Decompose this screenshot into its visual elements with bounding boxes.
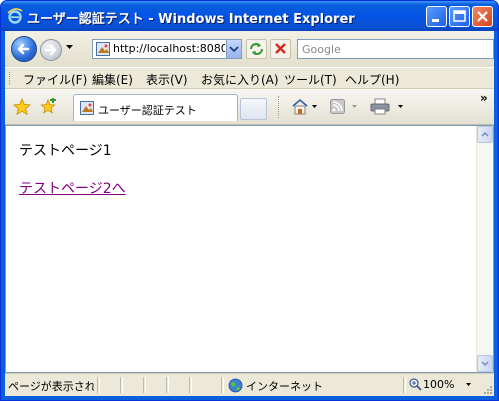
status-bar: ページが表示されました インターネット 100% [5,373,494,396]
status-text: ページが表示されました [8,380,94,393]
search-box[interactable] [297,39,494,59]
vertical-scrollbar[interactable] [476,126,493,372]
status-divider [120,377,123,393]
menu-tools[interactable]: ツール(T) [284,71,337,88]
status-divider [143,377,146,393]
menu-favorites[interactable]: お気に入り(A) [201,71,279,88]
feeds-dropdown-icon[interactable] [352,105,357,108]
scroll-up-arrow-icon [481,131,489,137]
chevron-down-icon [229,46,239,53]
zoom-level[interactable]: 100% [423,378,454,391]
print-icon[interactable] [370,98,390,115]
address-toolbar: http://localhost:8080 [5,31,494,67]
status-divider [166,377,169,393]
resize-grip-icon[interactable] [482,384,493,395]
scroll-down-button[interactable] [477,355,493,372]
stop-button[interactable] [270,39,291,59]
zoom-dropdown-icon[interactable] [466,383,471,386]
menu-edit[interactable]: 編集(E) [92,71,133,88]
status-divider [221,377,224,393]
print-dropdown-icon[interactable] [398,105,403,108]
close-button[interactable] [472,6,493,27]
minimize-icon [432,19,439,22]
add-favorite-icon[interactable] [39,98,57,116]
browser-client: http://localhost:8080 Google ファイル(F) 編集(… [5,31,494,396]
tab-active[interactable]: ユーザー認証テスト [73,94,238,121]
menu-help[interactable]: ヘルプ(H) [345,71,399,88]
history-dropdown-icon[interactable] [66,45,73,49]
feeds-icon[interactable] [330,99,345,114]
maximize-icon [453,10,466,22]
address-dropdown-button[interactable] [226,40,241,58]
new-tab-button[interactable] [240,98,267,120]
forward-arrow-icon [44,44,57,56]
internet-zone-globe-icon[interactable] [228,378,243,393]
address-url[interactable]: http://localhost:8080 [113,42,225,55]
status-divider [403,377,406,393]
minimize-button[interactable] [426,6,447,27]
toolbar-separator [278,96,280,118]
window-title: ユーザー認証テスト - Windows Internet Explorer [27,12,355,27]
menu-bar: ファイル(F) 編集(E) 表示(V) お気に入り(A) ツール(T) ヘルプ(… [5,67,494,89]
status-divider [189,377,192,393]
zoom-magnifier-icon[interactable] [409,378,422,391]
refresh-button[interactable] [246,39,267,59]
title-bar[interactable]: ユーザー認証テスト - Windows Internet Explorer [1,1,498,31]
search-input[interactable] [302,41,487,57]
home-dropdown-icon[interactable] [312,105,317,108]
scroll-up-button[interactable] [477,126,493,143]
menu-grip[interactable] [9,72,13,85]
refresh-icon [250,43,263,55]
zone-label: インターネット [246,380,323,393]
page-viewport: テストページ1 テストページ2へ [5,125,494,373]
page-heading: テストページ1 [19,143,112,159]
ie-window: ユーザー認証テスト - Windows Internet Explorer ht… [0,0,499,401]
toolbar-overflow-chevron-icon[interactable]: » [480,91,488,105]
page-favicon-icon [96,42,110,56]
stop-icon [275,43,286,54]
menu-view[interactable]: 表示(V) [146,71,188,88]
forward-button[interactable] [40,39,62,61]
close-icon [477,11,488,22]
command-bar: ユーザー認証テスト » [5,89,494,125]
back-arrow-icon [17,43,30,55]
tab-label: ユーザー認証テスト [98,104,197,117]
page2-link[interactable]: テストページ2へ [19,178,126,198]
scroll-down-arrow-icon [481,361,489,367]
maximize-button[interactable] [449,6,470,27]
favorites-center-star-icon[interactable] [13,98,31,116]
status-divider [97,377,100,393]
address-bar[interactable]: http://localhost:8080 [92,39,242,59]
back-button[interactable] [11,36,37,62]
menu-file[interactable]: ファイル(F) [23,71,87,88]
tab-favicon-icon [80,101,94,115]
ie-logo-icon [7,8,23,24]
home-icon[interactable] [291,98,309,115]
